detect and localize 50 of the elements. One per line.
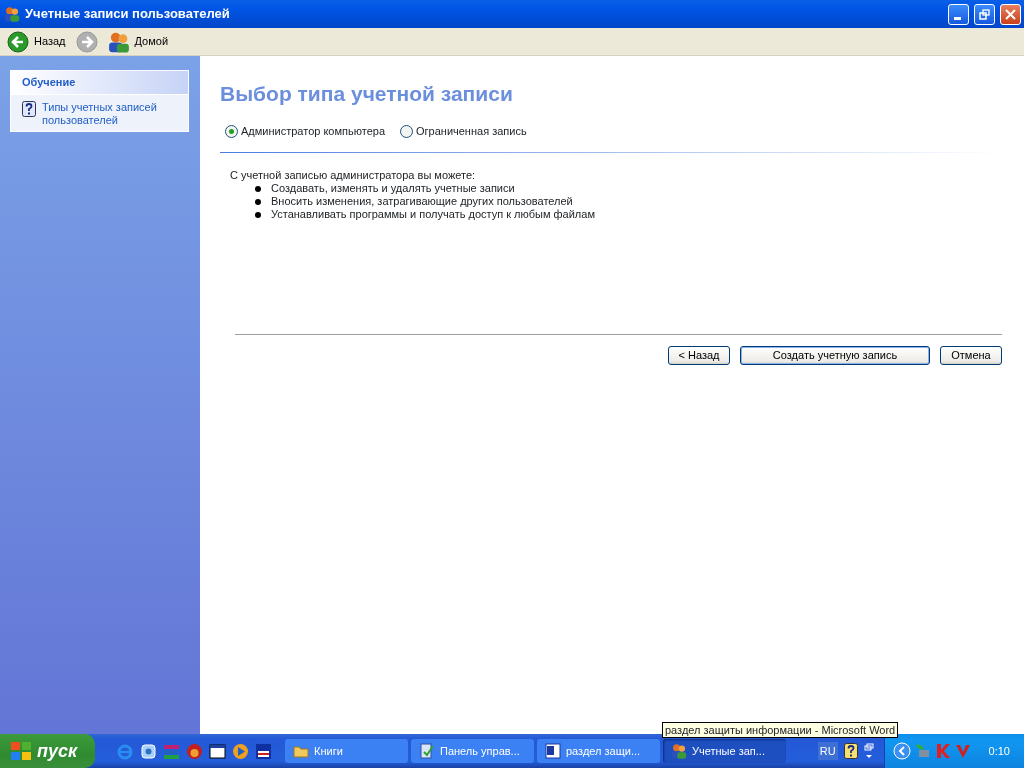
help-link[interactable]: Типы учетных записей пользователей [42,100,172,127]
start-button[interactable]: пуск [0,734,95,768]
home-button[interactable]: Домой [104,29,172,54]
bullet-text: Создавать, изменять и удалять учетные записи [271,181,515,195]
folder-icon [293,743,309,759]
word-document-icon [545,743,561,759]
language-indicator[interactable]: RU [817,741,838,761]
taskbar-button[interactable]: Книги [285,739,408,763]
radio-icon[interactable] [400,124,413,138]
window-title: Учетные записи пользователей [25,5,231,24]
minimize-button[interactable] [948,3,969,25]
dialog-button[interactable]: < Назад [668,345,730,365]
tooltip: раздел защиты информации - Microsoft Word [662,722,899,738]
help-icon [22,100,36,117]
media-player-icon[interactable] [232,742,249,760]
clock-text: 0:10 [988,743,1010,759]
taskbar-button[interactable]: Учетные зап... [663,739,786,763]
mail-icon[interactable] [140,742,157,760]
close-icon [1005,8,1016,20]
create-account-button[interactable]: Создать учетную запись [740,345,930,365]
users-icon [671,743,687,759]
bullet-dot [255,185,261,192]
bullet-text: Вносить изменения, затрагивающие других пользователей [271,194,573,208]
restore-icon [979,8,990,20]
restore-small-icon[interactable] [863,743,874,759]
windows-logo-icon [10,741,32,761]
radio-option[interactable]: Администратор компьютера [225,123,385,140]
expand-tray-icon[interactable] [892,742,911,760]
control-panel-icon [419,743,435,759]
bullet-dot [255,198,261,205]
radio-option[interactable]: Ограниченная запись [400,123,527,140]
taskbar-button[interactable]: Панель управ... [411,739,534,763]
users-icon [107,30,130,53]
radio-icon[interactable] [225,124,238,138]
back-button[interactable]: Назад [4,29,69,54]
window-icon[interactable] [209,742,226,760]
dialog-button[interactable]: Отмена [940,345,1002,365]
bullet-dot [255,211,261,218]
bullet-text: Устанавливать программы и получать доступ к любым файлам [271,207,595,221]
description-text: С учетной записью администратора вы можете: [230,168,477,182]
close-button[interactable] [1000,3,1021,25]
minimize-icon [953,16,961,20]
disc-icon[interactable] [186,742,203,760]
restore-button[interactable] [974,3,995,25]
panel-title: Обучение [11,71,188,95]
taskbar-button[interactable]: раздел защи... [537,739,660,763]
users-icon [4,6,20,22]
floppy-icon[interactable] [255,742,272,760]
help-icon[interactable] [843,743,858,759]
page-heading: Выбор типа учетной записи [220,82,514,106]
